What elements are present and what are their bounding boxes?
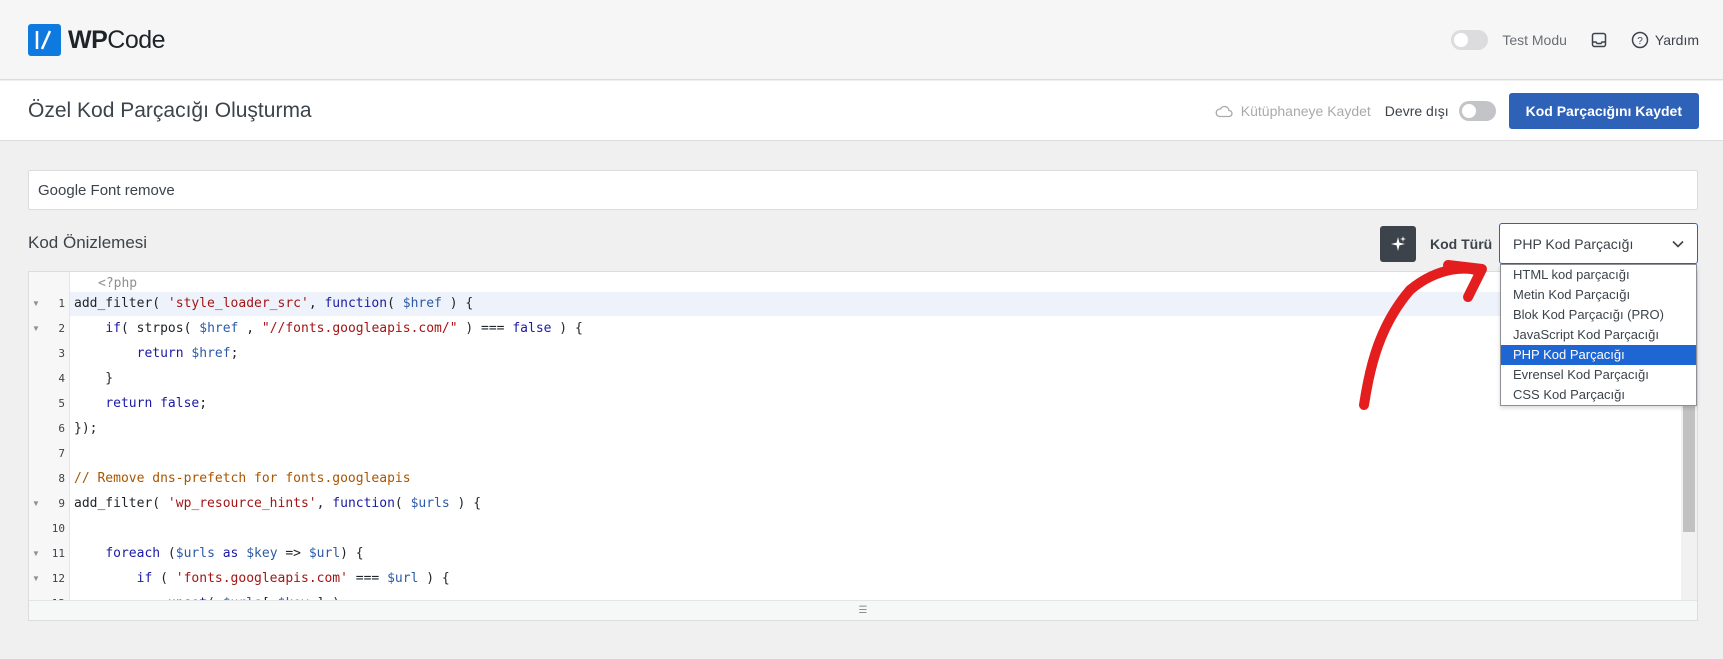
wpcode-logo-icon <box>28 24 61 56</box>
help-label: Yardım <box>1654 32 1699 48</box>
code-type-value: PHP Kod Parçacığı <box>1513 235 1634 252</box>
test-mode-label: Test Modu <box>1502 32 1567 48</box>
code-line: if ( 'fonts.googleapis.com' === $url ) { <box>136 571 450 586</box>
fold-arrow-icon[interactable]: ▼ <box>32 542 40 566</box>
active-toggle[interactable] <box>1458 101 1496 121</box>
dropdown-option[interactable]: Blok Kod Parçacığı (PRO) <box>1501 305 1696 325</box>
page-header: Özel Kod Parçacığı Oluşturma Kütüphaneye… <box>0 81 1723 141</box>
fold-arrow-icon[interactable]: ▼ <box>32 317 40 341</box>
line-number: 3 <box>58 347 65 360</box>
line-number: 10 <box>51 522 65 535</box>
svg-text:?: ? <box>1637 36 1643 47</box>
line-number: 4 <box>58 372 65 385</box>
code-line: foreach ($urls as $key => $url) { <box>105 546 364 561</box>
dropdown-option[interactable]: PHP Kod Parçacığı <box>1501 345 1696 365</box>
snippet-title-input[interactable]: Google Font remove <box>28 170 1698 210</box>
logo-text: WPCode <box>68 25 166 54</box>
dropdown-option[interactable]: CSS Kod Parçacığı <box>1501 385 1696 405</box>
test-mode-toggle[interactable] <box>1451 30 1489 50</box>
annotation-arrow-icon <box>1359 260 1487 410</box>
sparkle-icon <box>1391 236 1406 251</box>
editor-resize-handle[interactable]: ☰ <box>29 600 1697 620</box>
chevron-down-icon <box>1672 240 1684 248</box>
code-preview-label: Kod Önizlemesi <box>28 233 148 252</box>
wpcode-logo[interactable]: WPCode <box>28 24 166 56</box>
disabled-label: Devre dışı <box>1384 103 1449 119</box>
save-to-library-button[interactable]: Kütüphaneye Kaydet <box>1215 103 1371 119</box>
top-bar: WPCode Test Modu ? Yardım <box>0 0 1723 80</box>
dropdown-option[interactable]: HTML kod parçacığı <box>1501 265 1696 285</box>
help-icon: ? <box>1631 31 1649 49</box>
code-type-select[interactable]: PHP Kod Parçacığı <box>1499 223 1698 264</box>
line-number: 7 <box>58 447 65 460</box>
line-number-gutter: 1▼2▼3456789▼1011▼12▼13▼ <box>29 272 70 620</box>
inbox-icon[interactable] <box>1589 30 1609 50</box>
page-title: Özel Kod Parçacığı Oluşturma <box>28 99 312 122</box>
code-type-dropdown: HTML kod parçacığı Metin Kod Parçacığı Blo… <box>1500 264 1697 406</box>
code-line: add_filter( 'wp_resource_hints', functio… <box>74 496 482 511</box>
save-to-library-label: Kütüphaneye Kaydet <box>1240 103 1371 119</box>
code-line: // Remove dns-prefetch for fonts.googlea… <box>74 471 411 486</box>
cloud-icon <box>1215 105 1233 118</box>
code-line: }); <box>74 421 98 436</box>
help-button[interactable]: ? Yardım <box>1631 31 1699 49</box>
dropdown-option[interactable]: Evrensel Kod Parçacığı <box>1501 365 1696 385</box>
line-number: 8 <box>58 472 65 485</box>
code-type-label: Kod Türü <box>1430 236 1493 252</box>
line-number: 5 <box>58 397 65 410</box>
dropdown-option[interactable]: Metin Kod Parçacığı <box>1501 285 1696 305</box>
dropdown-option[interactable]: JavaScript Kod Parçacığı <box>1501 325 1696 345</box>
fold-arrow-icon[interactable]: ▼ <box>32 567 40 591</box>
save-snippet-button[interactable]: Kod Parçacığını Kaydet <box>1508 93 1699 129</box>
fold-arrow-icon[interactable]: ▼ <box>32 492 40 516</box>
fold-arrow-icon[interactable]: ▼ <box>32 292 40 316</box>
line-number: 6 <box>58 422 65 435</box>
scrollbar-thumb[interactable] <box>1683 392 1695 532</box>
